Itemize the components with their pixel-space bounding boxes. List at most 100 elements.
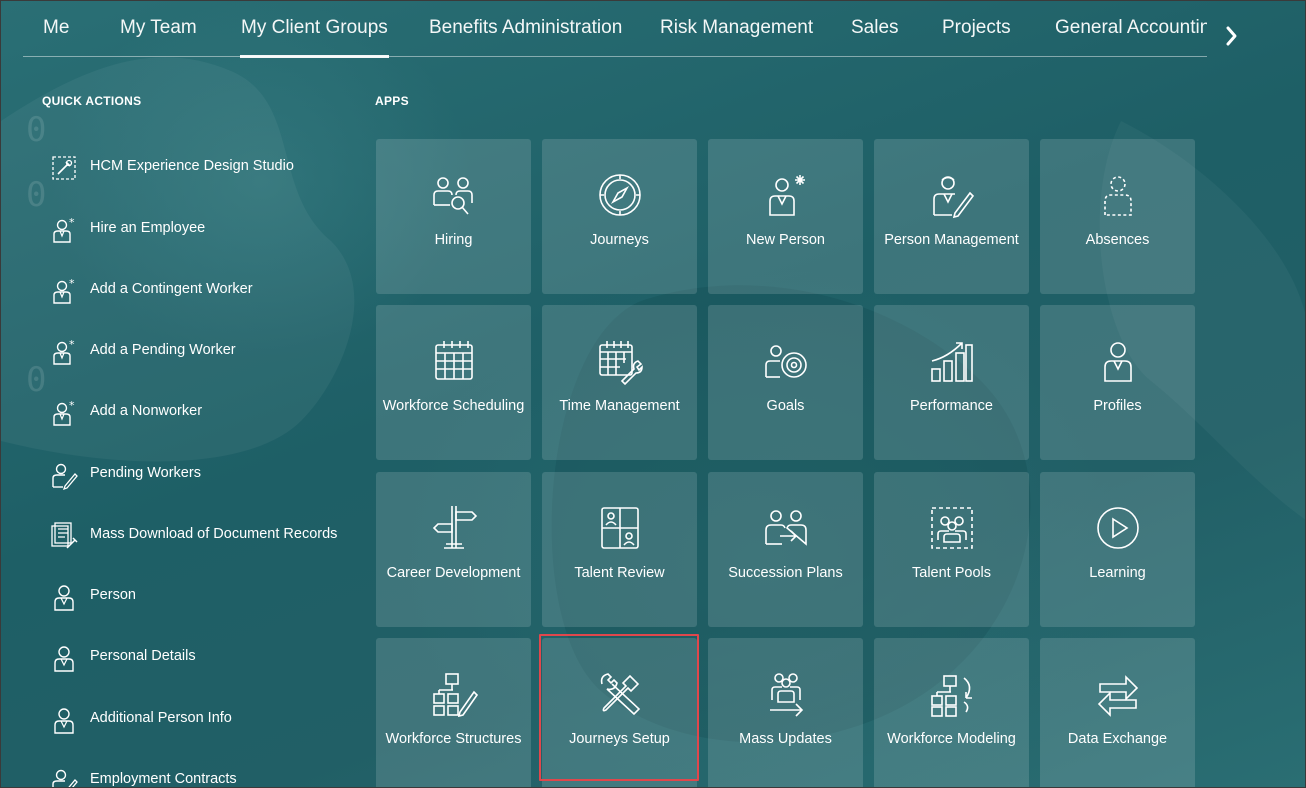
- app-tile-label: Mass Updates: [739, 731, 832, 747]
- tab-projects[interactable]: Projects: [942, 17, 1011, 45]
- app-tile-label: Succession Plans: [728, 565, 843, 581]
- quick-action-personal-details[interactable]: Personal Details: [49, 637, 349, 677]
- app-tile-label: Career Development: [386, 565, 521, 581]
- svg-text:*: *: [69, 277, 75, 290]
- app-tile-label: Workforce Modeling: [887, 731, 1016, 747]
- person-icon: [49, 643, 79, 673]
- person-icon: [49, 705, 79, 735]
- person-management-icon: [928, 171, 976, 219]
- talent-pools-icon: [928, 504, 976, 552]
- app-tile-journeys[interactable]: Journeys: [542, 139, 697, 294]
- app-tile-label: Time Management: [559, 398, 680, 414]
- quick-action-employment-contracts[interactable]: Employment Contracts: [49, 760, 349, 787]
- app-tile-mass-updates[interactable]: Mass Updates: [708, 638, 863, 787]
- app-tile-label: New Person: [746, 232, 825, 248]
- app-tile-profiles[interactable]: Profiles: [1040, 305, 1195, 460]
- quick-action-label: HCM Experience Design Studio: [90, 158, 294, 174]
- play-icon: [1094, 504, 1142, 552]
- app-tile-workforce-scheduling[interactable]: Workforce Scheduling: [376, 305, 531, 460]
- documents-icon: [49, 521, 79, 551]
- quick-action-label: Add a Contingent Worker: [90, 281, 253, 297]
- top-navigation: Me My Team My Client Groups Benefits Adm…: [1, 1, 1207, 58]
- quick-action-mass-download[interactable]: Mass Download of Document Records: [49, 515, 349, 555]
- quick-actions-title: QUICK ACTIONS: [42, 94, 142, 108]
- quick-action-label: Person: [90, 587, 136, 603]
- quick-action-pending-workers[interactable]: Pending Workers: [49, 454, 349, 494]
- app-tile-label: Learning: [1089, 565, 1146, 581]
- svg-text:0: 0: [26, 175, 46, 215]
- app-tile-performance[interactable]: Performance: [874, 305, 1029, 460]
- app-tile-label: Talent Pools: [912, 565, 991, 581]
- nav-divider: [23, 56, 1207, 57]
- svg-text:0: 0: [26, 360, 46, 400]
- structures-icon: [430, 670, 478, 718]
- app-tile-label: Workforce Scheduling: [382, 398, 525, 414]
- app-tile-journeys-setup[interactable]: Journeys Setup: [542, 638, 697, 787]
- new-person-icon: [762, 171, 810, 219]
- tab-my-client-groups[interactable]: My Client Groups: [240, 17, 389, 58]
- app-tile-goals[interactable]: Goals: [708, 305, 863, 460]
- app-tile-label: Person Management: [884, 232, 1019, 248]
- compass-icon: [596, 171, 644, 219]
- app-tile-label: Profiles: [1093, 398, 1142, 414]
- tab-my-team[interactable]: My Team: [120, 17, 197, 45]
- app-tile-time-management[interactable]: Time Management: [542, 305, 697, 460]
- app-tile-label: Workforce Structures: [385, 731, 522, 747]
- quick-action-hire-employee[interactable]: * Hire an Employee: [49, 209, 349, 249]
- quick-action-label: Additional Person Info: [90, 710, 232, 726]
- quick-action-add-pending-worker[interactable]: * Add a Pending Worker: [49, 331, 349, 371]
- svg-text:0: 0: [26, 110, 46, 150]
- quick-action-label: Employment Contracts: [90, 771, 237, 787]
- svg-text:*: *: [69, 216, 75, 229]
- app-tile-label: Talent Review: [574, 565, 665, 581]
- app-tile-label: Data Exchange: [1067, 731, 1168, 747]
- app-tile-talent-review[interactable]: Talent Review: [542, 472, 697, 627]
- quick-action-add-contingent-worker[interactable]: * Add a Contingent Worker: [49, 270, 349, 310]
- app-tile-learning[interactable]: Learning: [1040, 472, 1195, 627]
- quick-action-design-studio[interactable]: HCM Experience Design Studio: [49, 147, 349, 187]
- modeling-icon: [928, 670, 976, 718]
- quick-action-label: Mass Download of Document Records: [90, 526, 338, 542]
- tab-benefits-administration[interactable]: Benefits Administration: [429, 17, 622, 45]
- apps-title: APPS: [375, 94, 409, 108]
- app-tile-succession-plans[interactable]: Succession Plans: [708, 472, 863, 627]
- app-tile-career-development[interactable]: Career Development: [376, 472, 531, 627]
- person-add-icon: *: [49, 215, 79, 245]
- tools-icon: [596, 670, 644, 718]
- calendar-icon: [430, 337, 478, 385]
- chevron-right-icon[interactable]: [1220, 23, 1244, 49]
- tab-sales[interactable]: Sales: [851, 17, 899, 45]
- calendar-wrench-icon: [596, 337, 644, 385]
- hiring-icon: [430, 171, 478, 219]
- quick-action-add-nonworker[interactable]: * Add a Nonworker: [49, 392, 349, 432]
- design-studio-icon: [49, 153, 79, 183]
- person-add-icon: *: [49, 276, 79, 306]
- quick-action-person[interactable]: Person: [49, 576, 349, 616]
- succession-icon: [762, 504, 810, 552]
- app-tile-talent-pools[interactable]: Talent Pools: [874, 472, 1029, 627]
- quick-action-additional-person-info[interactable]: Additional Person Info: [49, 699, 349, 739]
- person-edit-icon: [49, 766, 79, 787]
- absences-icon: [1094, 171, 1142, 219]
- app-tile-absences[interactable]: Absences: [1040, 139, 1195, 294]
- app-tile-label: Journeys Setup: [569, 731, 670, 747]
- app-tile-workforce-structures[interactable]: Workforce Structures: [376, 638, 531, 787]
- profile-icon: [1094, 337, 1142, 385]
- tab-me[interactable]: Me: [43, 17, 69, 45]
- person-edit-icon: [49, 460, 79, 490]
- tab-risk-management[interactable]: Risk Management: [660, 17, 813, 45]
- mass-updates-icon: [762, 670, 810, 718]
- app-tile-workforce-modeling[interactable]: Workforce Modeling: [874, 638, 1029, 787]
- tab-general-accounting[interactable]: General Accounting: [1055, 17, 1207, 45]
- app-tile-data-exchange[interactable]: Data Exchange: [1040, 638, 1195, 787]
- person-add-icon: *: [49, 398, 79, 428]
- quick-action-label: Add a Nonworker: [90, 403, 203, 419]
- app-tile-label: Absences: [1085, 232, 1150, 248]
- app-tile-new-person[interactable]: New Person: [708, 139, 863, 294]
- app-tile-hiring[interactable]: Hiring: [376, 139, 531, 294]
- app-tile-label: Hiring: [434, 232, 473, 248]
- app-tile-label: Goals: [766, 398, 805, 414]
- person-add-icon: *: [49, 337, 79, 367]
- app-tile-person-management[interactable]: Person Management: [874, 139, 1029, 294]
- quick-action-label: Pending Workers: [90, 465, 201, 481]
